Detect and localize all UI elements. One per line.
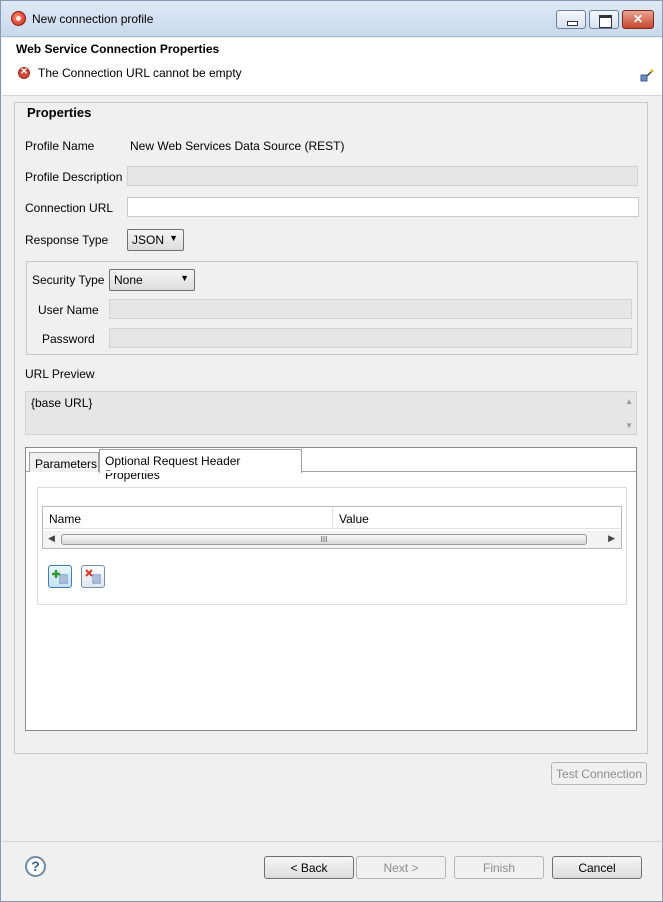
- profile-name-value: New Web Services Data Source (REST): [130, 139, 345, 153]
- maximize-button[interactable]: [589, 10, 619, 29]
- profile-description-label: Profile Description: [25, 170, 123, 184]
- remove-row-button[interactable]: [81, 565, 105, 588]
- url-preview-value: {base URL}: [31, 396, 93, 410]
- profile-description-field: [127, 166, 638, 186]
- password-field: [109, 328, 632, 348]
- test-connection-button[interactable]: Test Connection: [551, 762, 647, 785]
- help-icon[interactable]: ?: [25, 856, 46, 877]
- footer-separator: [2, 841, 662, 842]
- cancel-button[interactable]: Cancel: [552, 856, 642, 879]
- scroll-thumb[interactable]: III: [61, 534, 587, 545]
- scroll-left-icon[interactable]: ◀: [48, 533, 55, 544]
- scroll-down-icon[interactable]: ▼: [625, 421, 633, 430]
- add-row-icon: [52, 570, 68, 584]
- connection-url-label: Connection URL: [25, 201, 114, 215]
- scroll-right-icon[interactable]: ▶: [608, 533, 615, 544]
- app-logo-icon: [11, 11, 26, 26]
- url-preview-box: {base URL} ▲ ▼: [25, 391, 637, 435]
- password-label: Password: [42, 332, 95, 346]
- wizard-banner-icon: [640, 69, 654, 82]
- horizontal-scrollbar[interactable]: ◀ III ▶: [43, 531, 621, 548]
- profile-name-label: Profile Name: [25, 139, 95, 153]
- tab-parameters[interactable]: Parameters: [29, 452, 99, 472]
- error-message: The Connection URL cannot be empty: [38, 66, 242, 80]
- close-window-button[interactable]: [622, 10, 654, 29]
- remove-row-icon: [85, 569, 101, 584]
- properties-group-label: Properties: [25, 105, 94, 120]
- title-bar: New connection profile: [1, 1, 662, 37]
- security-type-select[interactable]: None ▼: [109, 269, 195, 291]
- scroll-up-icon[interactable]: ▲: [625, 397, 633, 406]
- url-preview-label: URL Preview: [25, 367, 95, 381]
- security-type-label: Security Type: [32, 273, 105, 287]
- user-name-field: [109, 299, 632, 319]
- user-name-label: User Name: [38, 303, 99, 317]
- window-title: New connection profile: [32, 12, 154, 26]
- column-header-name[interactable]: Name: [43, 507, 333, 529]
- chevron-down-icon: ▼: [180, 273, 189, 283]
- connection-url-input[interactable]: [127, 197, 639, 217]
- chevron-down-icon: ▼: [169, 233, 178, 243]
- back-button[interactable]: < Back: [264, 856, 354, 879]
- column-header-value[interactable]: Value: [333, 507, 621, 529]
- header-properties-table[interactable]: Name Value ◀ III ▶: [42, 506, 622, 549]
- page-title: Web Service Connection Properties: [16, 42, 220, 56]
- minimize-button[interactable]: [556, 10, 586, 29]
- error-icon: [18, 66, 30, 79]
- next-button[interactable]: Next >: [356, 856, 446, 879]
- security-type-value: None: [114, 273, 143, 287]
- finish-button[interactable]: Finish: [454, 856, 544, 879]
- add-row-button[interactable]: [48, 565, 72, 588]
- dialog-window: New connection profile Web Service Conne…: [0, 0, 663, 902]
- wizard-header: Web Service Connection Properties The Co…: [2, 38, 662, 96]
- response-type-select[interactable]: JSON ▼: [127, 229, 184, 251]
- tab-optional-request-header-properties[interactable]: Optional Request Header Properties: [99, 449, 302, 482]
- response-type-value: JSON: [132, 233, 165, 247]
- tab-selected-gap: [100, 471, 301, 473]
- response-type-label: Response Type: [25, 233, 109, 247]
